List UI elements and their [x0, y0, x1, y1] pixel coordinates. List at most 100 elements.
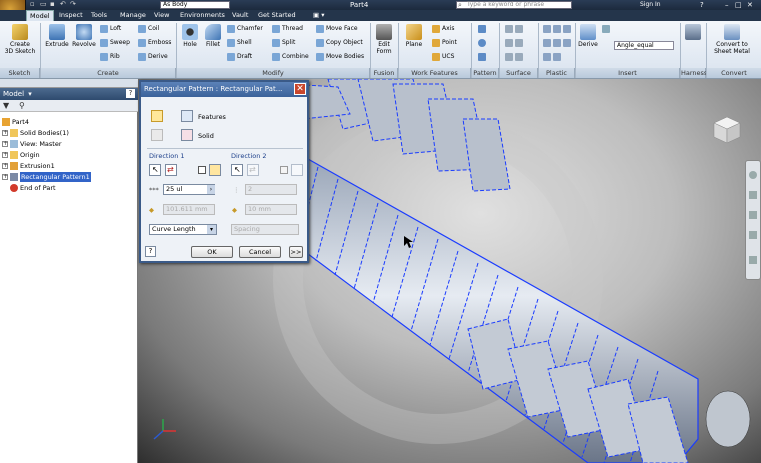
- panel-work-features[interactable]: Work Features: [399, 68, 471, 78]
- rib-button[interactable]: Rib: [100, 53, 120, 61]
- copy-object-button[interactable]: Copy Object: [316, 39, 363, 47]
- dialog-title[interactable]: Rectangular Pattern : Rectangular Pat...: [141, 82, 307, 97]
- more-button[interactable]: >>: [289, 246, 303, 258]
- shell-button[interactable]: Shell: [227, 39, 252, 47]
- panel-fusion[interactable]: Fusion: [371, 68, 398, 78]
- browser-header[interactable]: Model ▾ ?: [0, 88, 138, 100]
- insert-tools-row[interactable]: [602, 25, 610, 33]
- expand-icon[interactable]: +: [2, 174, 8, 180]
- tab-manage[interactable]: Manage: [117, 10, 149, 21]
- tab-view[interactable]: View: [151, 10, 172, 21]
- hole-button[interactable]: Hole: [179, 24, 201, 48]
- sweep-button[interactable]: Sweep: [100, 39, 130, 47]
- tree-item-part[interactable]: Part4: [2, 117, 29, 127]
- direction2-flip-button[interactable]: ⇄: [247, 164, 259, 176]
- revolve-button[interactable]: Revolve: [70, 24, 98, 48]
- look-at-icon[interactable]: [749, 256, 757, 264]
- panel-create[interactable]: Create: [41, 68, 176, 78]
- tree-item-extrusion1[interactable]: + Extrusion1: [2, 161, 55, 171]
- expand-icon[interactable]: +: [2, 130, 8, 136]
- ok-button[interactable]: OK: [191, 246, 233, 258]
- extrude-button[interactable]: Extrude: [43, 24, 71, 48]
- minimize-icon[interactable]: –: [725, 0, 729, 10]
- convert-to-sheet-metal-button[interactable]: Convert to Sheet Metal: [708, 24, 756, 55]
- expand-icon[interactable]: +: [2, 163, 8, 169]
- panel-harness[interactable]: Harness: [681, 68, 707, 78]
- edit-form-button[interactable]: Edit Form: [372, 24, 396, 55]
- parameter-combo[interactable]: Angle_equal: [614, 41, 674, 50]
- tab-tools[interactable]: Tools: [88, 10, 110, 21]
- move-face-button[interactable]: Move Face: [316, 25, 358, 33]
- browser-help-icon[interactable]: ?: [126, 89, 135, 98]
- features-icon[interactable]: [181, 110, 193, 122]
- view-cube[interactable]: [712, 115, 742, 145]
- direction2-length-input[interactable]: 10 mm: [245, 204, 297, 215]
- steering-wheel-icon[interactable]: [749, 171, 757, 179]
- undo-icon[interactable]: ↶: [60, 1, 67, 8]
- panel-surface[interactable]: Surface: [500, 68, 538, 78]
- thread-button[interactable]: Thread: [272, 25, 303, 33]
- harness-button[interactable]: [684, 24, 702, 41]
- help-icon[interactable]: ?: [700, 0, 704, 10]
- tree-item-origin[interactable]: + Origin: [2, 150, 40, 160]
- orbit-icon[interactable]: [749, 231, 757, 239]
- tab-environments[interactable]: Environments: [177, 10, 228, 21]
- direction2-count-input[interactable]: 2: [245, 184, 297, 195]
- mirror-button[interactable]: [478, 53, 486, 61]
- direction2-method-select[interactable]: Spacing: [231, 224, 299, 235]
- tab-get-started[interactable]: Get Started: [255, 10, 299, 21]
- close-icon[interactable]: ✕: [747, 0, 753, 10]
- filter-icon[interactable]: ▼: [3, 101, 9, 110]
- tab-vault[interactable]: Vault: [229, 10, 251, 21]
- panel-insert[interactable]: Insert: [576, 68, 680, 78]
- point-button[interactable]: Point: [432, 39, 457, 47]
- panel-sketch[interactable]: Sketch: [0, 68, 40, 78]
- plastic-tools-row-2[interactable]: [543, 39, 571, 47]
- derive-create-button[interactable]: Derive: [138, 53, 168, 61]
- search-input[interactable]: Type a keyword or phrase: [456, 1, 572, 9]
- chevron-down-icon[interactable]: ▾: [28, 90, 32, 98]
- circular-pattern-button[interactable]: [478, 39, 486, 47]
- tab-overflow-icon[interactable]: ▣ ▾: [310, 10, 327, 21]
- plastic-tools-row-3[interactable]: [543, 53, 561, 61]
- redo-icon[interactable]: ↷: [70, 1, 77, 8]
- direction2-path-button[interactable]: ↖: [231, 164, 243, 176]
- chevron-right-icon[interactable]: ›: [207, 185, 215, 194]
- expand-icon[interactable]: +: [2, 152, 8, 158]
- chevron-down-icon[interactable]: ▾: [207, 225, 216, 234]
- tree-item-view-master[interactable]: + View: Master: [2, 139, 62, 149]
- body-combo[interactable]: As Body: [160, 1, 230, 9]
- surface-tool-2[interactable]: [505, 39, 523, 47]
- tab-inspect[interactable]: Inspect: [56, 10, 86, 21]
- create-3d-sketch-button[interactable]: Create 3D Sketch: [3, 24, 37, 55]
- draft-button[interactable]: Draft: [227, 53, 252, 61]
- tab-model[interactable]: Model: [26, 10, 54, 21]
- dialog-close-button[interactable]: ✕: [294, 83, 306, 95]
- panel-plastic-part[interactable]: Plastic Part: [539, 68, 575, 87]
- coil-button[interactable]: Coil: [138, 25, 159, 33]
- direction1-midplane-checkbox[interactable]: [198, 166, 206, 174]
- combine-button[interactable]: Combine: [272, 53, 309, 61]
- dialog-help-button[interactable]: ?: [145, 246, 156, 257]
- pan-icon[interactable]: [749, 191, 757, 199]
- axis-button[interactable]: Axis: [432, 25, 454, 33]
- tree-item-rectangular-pattern1[interactable]: + Rectangular Pattern1: [2, 172, 91, 182]
- new-icon[interactable]: ▫: [30, 1, 37, 8]
- direction1-length-input[interactable]: 101.611 mm: [163, 204, 215, 215]
- emboss-button[interactable]: Emboss: [138, 39, 171, 47]
- plastic-tools-row-1[interactable]: [543, 25, 571, 33]
- save-icon[interactable]: ▪: [50, 1, 57, 8]
- panel-pattern[interactable]: Pattern: [472, 68, 499, 78]
- move-bodies-button[interactable]: Move Bodies: [316, 53, 364, 61]
- cancel-button[interactable]: Cancel: [239, 246, 281, 258]
- direction1-flip-button[interactable]: ⇄: [165, 164, 177, 176]
- direction1-path-button[interactable]: ↖: [149, 164, 161, 176]
- panel-convert[interactable]: Convert: [707, 68, 761, 78]
- expand-icon[interactable]: +: [2, 141, 8, 147]
- loft-button[interactable]: Loft: [100, 25, 121, 33]
- split-button[interactable]: Split: [272, 39, 295, 47]
- direction2-midplane-checkbox[interactable]: [280, 166, 288, 174]
- fillet-button[interactable]: Fillet: [202, 24, 224, 48]
- surface-tool-3[interactable]: [505, 53, 523, 61]
- solid-select-button[interactable]: [151, 129, 163, 141]
